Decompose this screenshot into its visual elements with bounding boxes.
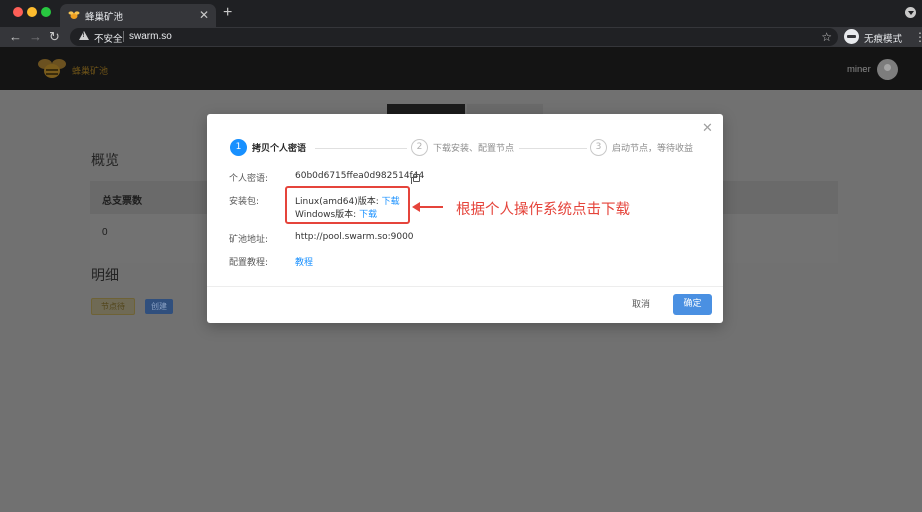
linux-download-link[interactable]: 下载	[382, 197, 400, 207]
overview-title: 概览	[91, 153, 119, 169]
pool-address-value[interactable]: http://pool.swarm.so:9000	[295, 232, 414, 242]
step-2-number: 2	[411, 139, 428, 156]
create-button[interactable]: 创建	[145, 299, 173, 314]
copy-icon[interactable]	[411, 174, 420, 184]
forward-icon[interactable]: →	[29, 28, 42, 46]
step-1-label: 拷贝个人密语	[252, 144, 307, 154]
step-2-label: 下载安装、配置节点	[433, 144, 515, 154]
cancel-button[interactable]: 取消	[632, 297, 650, 310]
site-header: 蜂巢矿池 miner	[0, 47, 922, 90]
modal-footer-divider	[207, 286, 723, 287]
reload-icon[interactable]: ↻	[49, 28, 60, 46]
windows-download-link[interactable]: 下载	[359, 210, 377, 220]
user-name[interactable]: miner	[847, 64, 871, 75]
tab-search-icon[interactable]	[905, 7, 916, 18]
tab-title: 蜂巢矿池	[85, 12, 124, 23]
incognito-label: 无痕模式	[864, 34, 903, 45]
linux-version-label: Linux(amd64)版本:	[295, 197, 379, 207]
overview-column-label: 总支票数	[102, 196, 142, 207]
tab-close-icon[interactable]: ✕	[199, 7, 209, 23]
overview-column-value: 0	[102, 227, 108, 238]
security-label[interactable]: 不安全	[94, 31, 123, 45]
bee-logo-icon	[38, 59, 66, 78]
close-window-button[interactable]	[13, 7, 23, 17]
incognito-indicator[interactable]: 无痕模式	[844, 28, 904, 46]
secret-value[interactable]: 60b0d6715ffea0d982514f44	[295, 171, 424, 181]
back-icon[interactable]: ←	[9, 28, 22, 46]
close-icon[interactable]: ✕	[702, 122, 713, 136]
browser-tab[interactable]: 蜂巢矿池 ✕	[60, 4, 216, 27]
menu-icon[interactable]: ⋮	[914, 30, 922, 44]
incognito-icon	[844, 29, 859, 44]
annotation-text: 根据个人操作系统点击下载	[456, 202, 630, 218]
step-3-label: 启动节点，等待收益	[612, 144, 694, 154]
url-text[interactable]: swarm.so	[129, 31, 172, 42]
url-divider	[123, 31, 124, 42]
linux-package: Linux(amd64)版本: 下载	[295, 194, 400, 207]
step-connector	[315, 148, 407, 149]
maximize-window-button[interactable]	[41, 7, 51, 17]
warning-icon[interactable]	[79, 31, 89, 40]
windows-version-label: Windows版本:	[295, 210, 357, 220]
browser-tab-bar: 蜂巢矿池 ✕ +	[0, 0, 922, 27]
pool-address-label: 矿池地址:	[229, 235, 269, 245]
user-avatar[interactable]	[877, 59, 898, 80]
secret-label: 个人密语:	[229, 174, 269, 184]
bee-favicon-icon	[68, 11, 80, 19]
package-label: 安装包:	[229, 197, 260, 207]
tutorial-label: 配置教程:	[229, 258, 269, 268]
new-tab-button[interactable]: +	[223, 4, 232, 22]
windows-package: Windows版本: 下载	[295, 207, 377, 220]
step-1-number: 1	[230, 139, 247, 156]
address-bar[interactable]: 不安全 swarm.so ☆	[70, 28, 838, 46]
ok-button[interactable]: 确定	[673, 294, 712, 315]
annotation-arrow-line	[418, 206, 443, 208]
detail-title: 明细	[91, 268, 119, 284]
minimize-window-button[interactable]	[27, 7, 37, 17]
pending-node-button[interactable]: 节点待	[91, 298, 135, 315]
step-3-number: 3	[590, 139, 607, 156]
star-icon[interactable]: ☆	[821, 29, 832, 45]
step-connector	[519, 148, 587, 149]
site-name[interactable]: 蜂巢矿池	[72, 64, 108, 77]
tutorial-link[interactable]: 教程	[295, 255, 313, 268]
browser-toolbar: ← → ↻ 不安全 swarm.so ☆	[0, 27, 922, 47]
